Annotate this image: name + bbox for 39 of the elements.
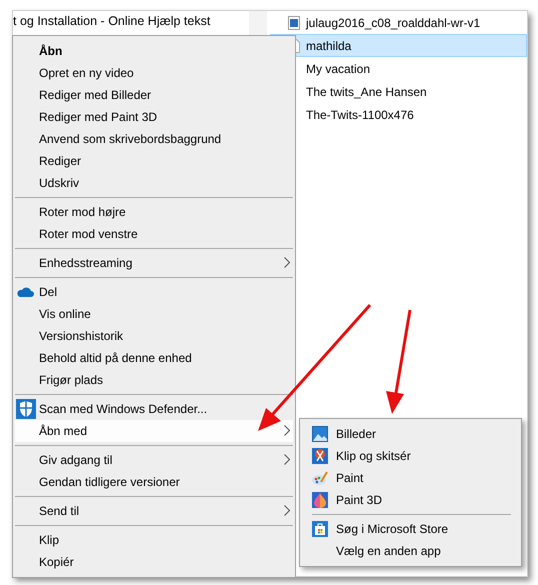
paint-drop-icon <box>312 492 328 508</box>
menu-item[interactable]: Versionshistorik <box>15 325 293 347</box>
menu-item[interactable]: Behold altid på denne enhed <box>15 347 293 369</box>
menu-item[interactable]: Kopiér <box>15 551 293 573</box>
menu-item[interactable]: Gendan tidligere versioner <box>15 471 293 493</box>
menu-item[interactable]: Scan med Windows Defender... <box>15 398 293 420</box>
menu-item[interactable]: Roter mod venstre <box>15 223 293 245</box>
menu-item[interactable]: Klip og skitsér <box>302 445 519 467</box>
menu-item[interactable]: Paint 3D <box>302 489 519 511</box>
menu-item[interactable]: Roter mod højre <box>15 201 293 223</box>
menu-item[interactable]: Opret en ny video <box>15 62 293 84</box>
menu-item[interactable]: Udskriv <box>15 172 293 194</box>
menu-item[interactable]: Klip <box>15 529 293 551</box>
menu-item[interactable]: Giv adgang til <box>15 449 293 471</box>
shield-icon <box>16 399 36 419</box>
landscape-icon <box>312 426 328 442</box>
menu-item[interactable]: Enhedsstreaming <box>15 252 293 274</box>
pane-splitter[interactable] <box>249 11 267 35</box>
shopping-bag-icon <box>312 521 328 537</box>
image-file-icon <box>288 16 300 30</box>
file-item[interactable]: mathilda <box>270 34 527 57</box>
document-title: t og Installation - Online Hjælp tekst <box>13 14 212 28</box>
menu-item[interactable]: Frigør plads <box>15 369 293 391</box>
menu-item[interactable]: Rediger <box>15 150 293 172</box>
menu-item[interactable]: Anvend som skrivebordsbaggrund <box>15 128 293 150</box>
menu-item[interactable]: Vælg en anden app <box>302 540 519 562</box>
cloud-icon <box>16 286 34 298</box>
scissors-icon <box>312 448 328 464</box>
menu-item[interactable]: Billeder <box>302 423 519 445</box>
menu-item[interactable]: Del <box>15 281 293 303</box>
menu-item[interactable]: Søg i Microsoft Store <box>302 518 519 540</box>
file-item[interactable]: julaug2016_c08_roalddahl-wr-v1 <box>270 11 527 34</box>
menu-item[interactable]: Rediger med Paint 3D <box>15 106 293 128</box>
menu-item[interactable]: Vis online <box>15 303 293 325</box>
menu-item[interactable]: Åbn med <box>15 420 293 442</box>
menu-item[interactable]: Paint <box>302 467 519 489</box>
menu-item[interactable]: Rediger med Billeder <box>15 84 293 106</box>
menu-item[interactable]: Send til <box>15 500 293 522</box>
palette-icon <box>312 470 328 486</box>
